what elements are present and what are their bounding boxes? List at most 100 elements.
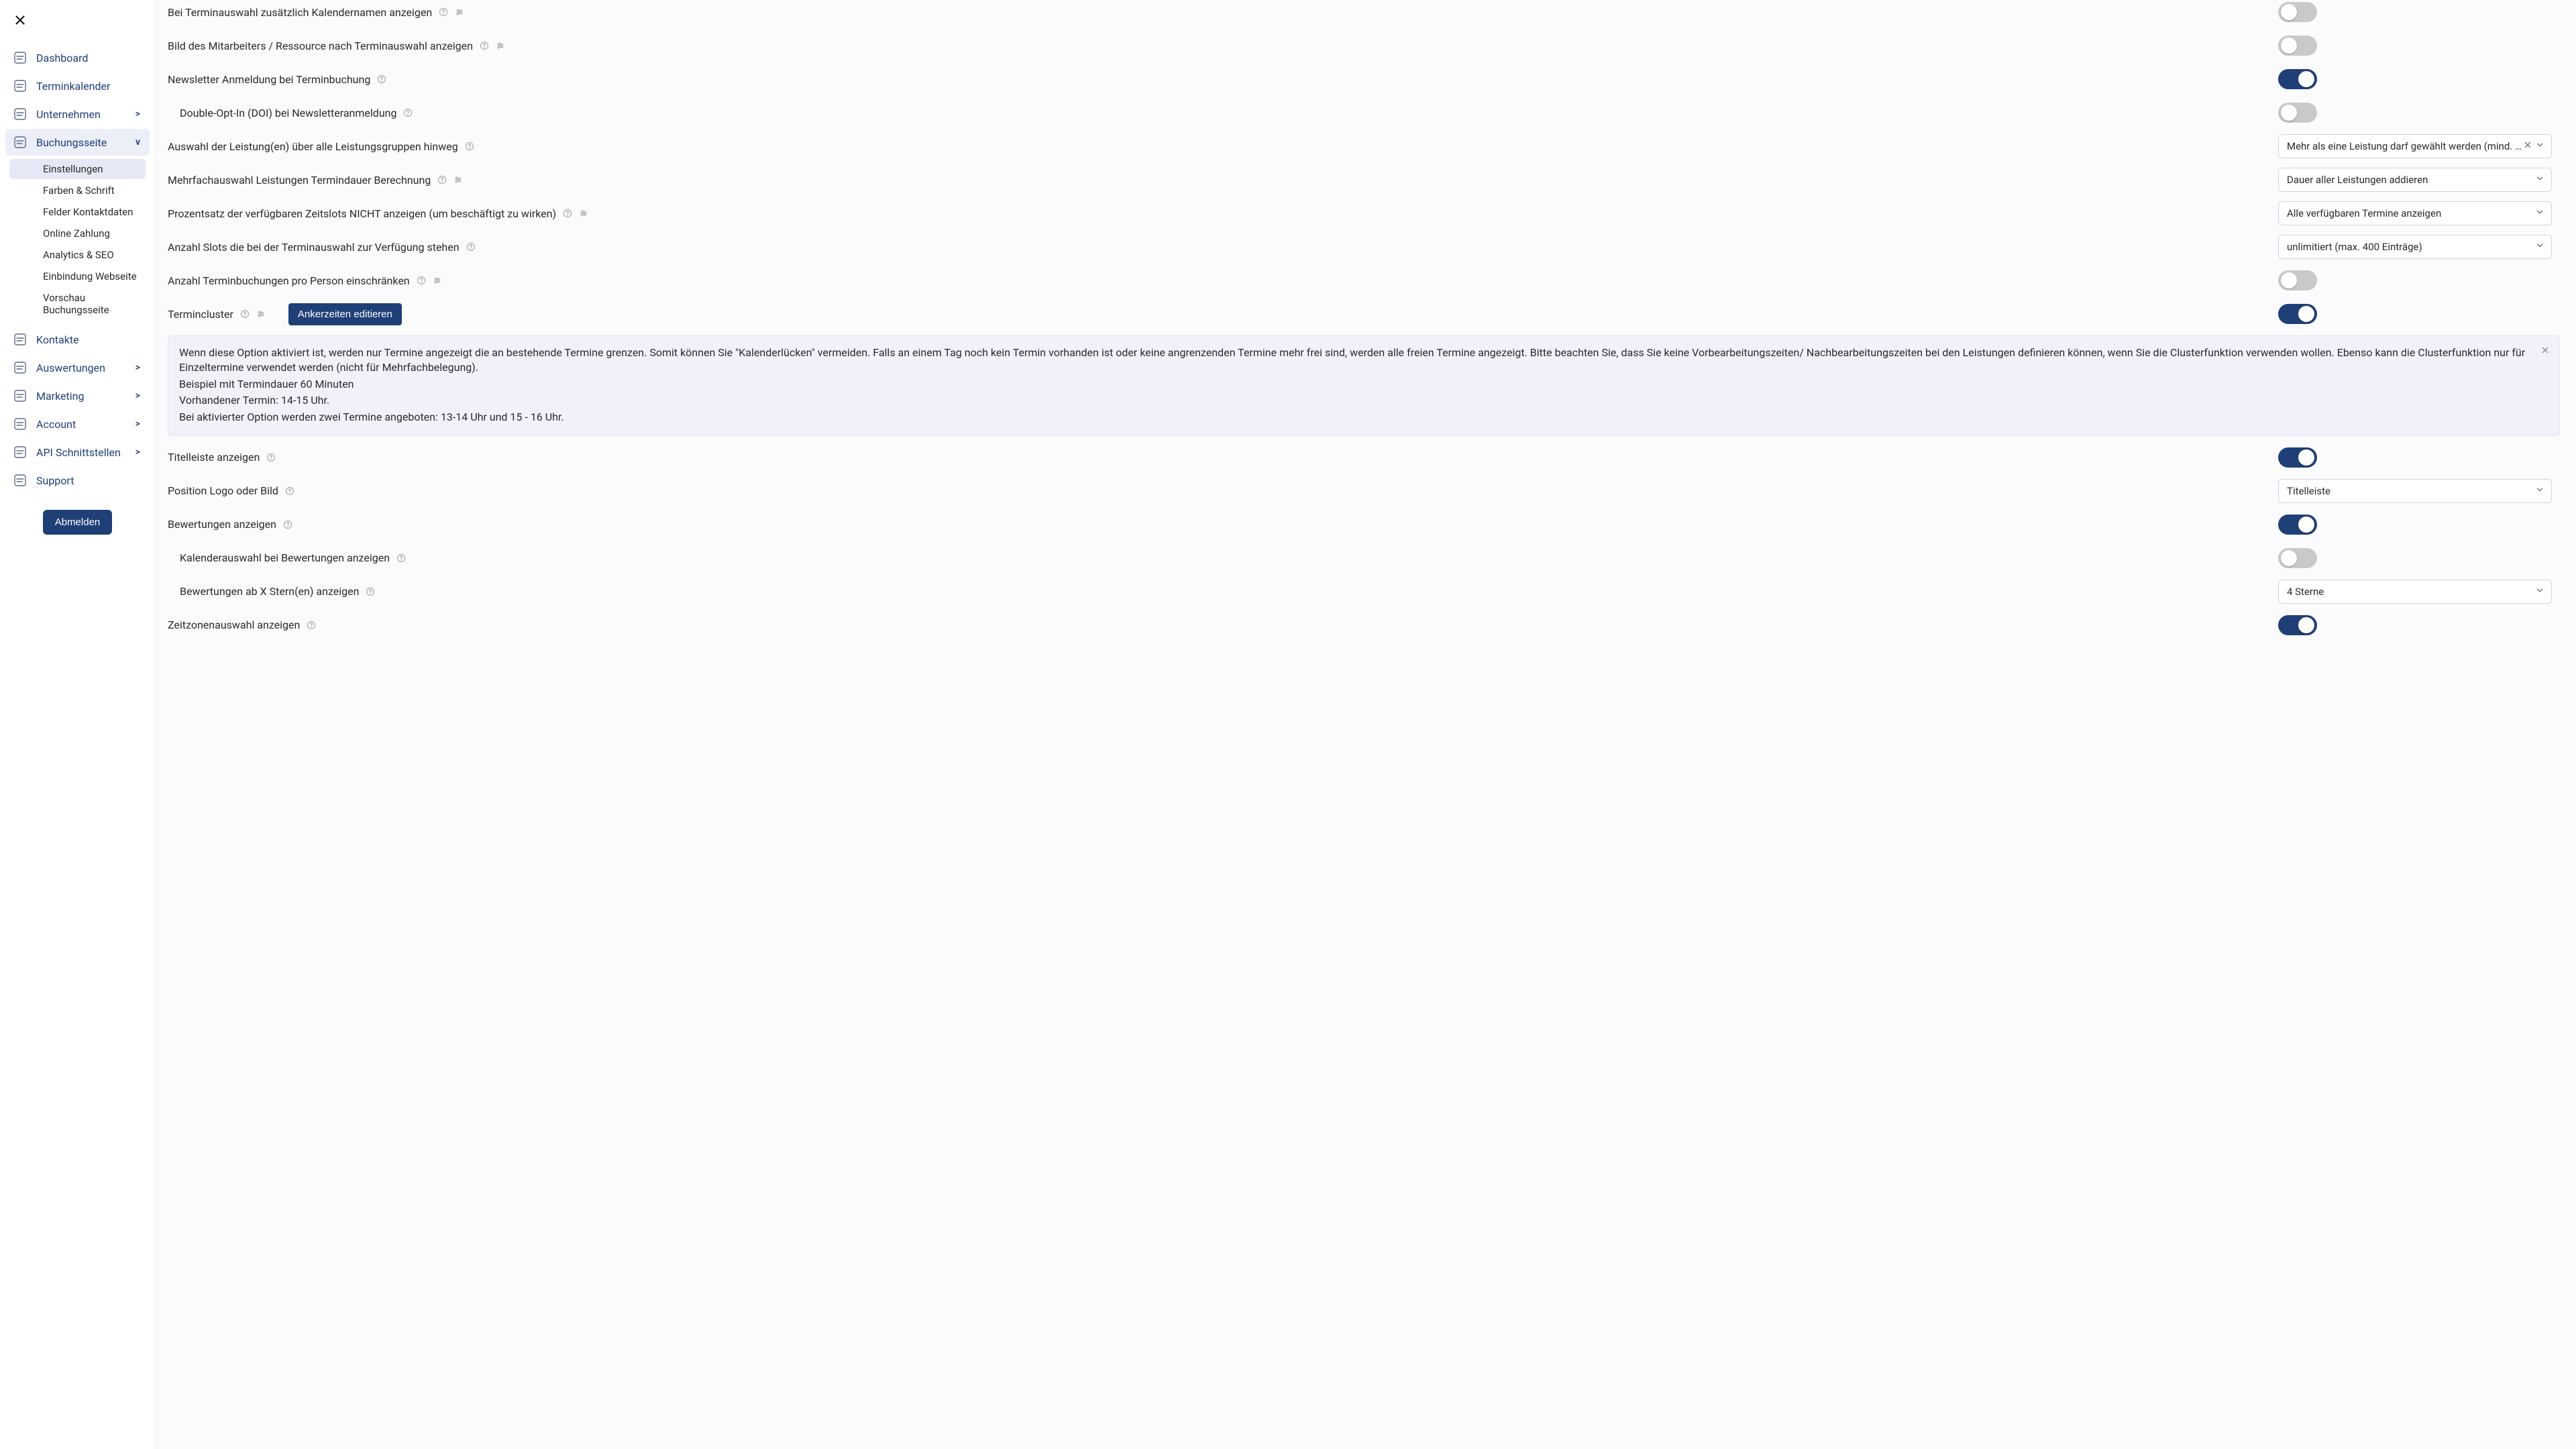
close-callout-button[interactable] (2538, 343, 2553, 358)
help-icon[interactable] (283, 520, 292, 529)
row-reviews: Bewertungen anzeigen (168, 513, 2560, 537)
select-service-across-groups[interactable]: Mehr als eine Leistung darf gewählt werd… (2278, 134, 2552, 158)
setting-label: Zeitzonenauswahl anzeigen (168, 619, 300, 631)
toggle-newsletter[interactable] (2278, 69, 2317, 89)
setting-label: Newsletter Anmeldung bei Terminbuchung (168, 73, 370, 86)
sidebar-item-unternehmen[interactable]: Unternehmen > (5, 101, 150, 127)
row-reviews-min-stars: Bewertungen ab X Stern(en) anzeigen 4 St… (168, 580, 2560, 604)
chevron-down-icon (2535, 241, 2544, 253)
select-value: Dauer aller Leistungen addieren (2287, 174, 2428, 186)
sliders-icon[interactable] (453, 175, 463, 184)
account-icon (12, 416, 28, 432)
edit-anchor-times-button[interactable]: Ankerzeiten editieren (288, 303, 402, 325)
sidebar-item-api-schnittstellen[interactable]: API Schnittstellen > (5, 439, 150, 466)
chevron-down-icon: v (136, 137, 143, 148)
help-icon[interactable] (266, 453, 276, 462)
subnav-item-einbindung-webseite[interactable]: Einbindung Webseite (9, 266, 146, 286)
chevron-down-icon (2535, 174, 2544, 186)
row-multi-duration: Mehrfachauswahl Leistungen Termindauer B… (168, 168, 2560, 192)
help-icon[interactable] (396, 553, 406, 563)
toggle-reviews-cal[interactable] (2278, 548, 2317, 568)
sidebar-item-label: Kontakte (36, 333, 143, 346)
sliders-icon[interactable] (579, 209, 588, 218)
help-icon[interactable] (285, 486, 294, 496)
subnav-item-analytics-seo[interactable]: Analytics & SEO (9, 245, 146, 265)
toggle-termincluster[interactable] (2278, 304, 2317, 324)
main-content: Bei Terminauswahl zusätzlich Kalendernam… (156, 0, 2576, 1449)
help-icon[interactable] (563, 209, 572, 218)
toggle-title-bar[interactable] (2278, 447, 2317, 468)
close-icon (13, 13, 28, 28)
api-icon (12, 444, 28, 460)
help-icon[interactable] (403, 108, 413, 117)
setting-label: Anzahl Terminbuchungen pro Person einsch… (168, 274, 410, 287)
close-menu-button[interactable] (7, 7, 34, 34)
chevron-right-icon: > (136, 362, 143, 373)
subnav-item-vorschau-buchungsseite[interactable]: Vorschau Buchungsseite (9, 288, 146, 320)
select-logo-position[interactable]: Titelleiste (2278, 479, 2552, 503)
subnav-item-farben-schrift[interactable]: Farben & Schrift (9, 180, 146, 201)
help-icon[interactable] (377, 74, 386, 84)
help-icon[interactable] (480, 41, 489, 50)
toggle-doi[interactable] (2278, 103, 2317, 123)
logout-button[interactable]: Abmelden (43, 510, 113, 535)
chevron-down-icon (2535, 485, 2544, 497)
toggle-limit-per-person[interactable] (2278, 270, 2317, 290)
row-termincluster: Termincluster Ankerzeiten editieren (168, 302, 2560, 326)
sliders-icon[interactable] (455, 7, 464, 17)
sidebar-item-label: Support (36, 474, 143, 487)
setting-label: Kalenderauswahl bei Bewertungen anzeigen (180, 551, 390, 564)
subnav-item-einstellungen[interactable]: Einstellungen (9, 159, 146, 179)
reports-icon (12, 360, 28, 376)
sidebar-item-auswertungen[interactable]: Auswertungen > (5, 354, 150, 381)
sidebar-item-dashboard[interactable]: Dashboard (5, 44, 150, 71)
callout-text: Bei aktivierter Option werden zwei Termi… (179, 410, 2532, 425)
marketing-icon (12, 388, 28, 404)
sidebar-item-kontakte[interactable]: Kontakte (5, 326, 150, 353)
sidebar-item-terminkalender[interactable]: Terminkalender (5, 72, 150, 99)
contacts-icon (12, 331, 28, 347)
help-icon[interactable] (240, 309, 250, 319)
sidebar-item-account[interactable]: Account > (5, 411, 150, 437)
row-service-across-groups: Auswahl der Leistung(en) über alle Leist… (168, 134, 2560, 158)
toggle-cal-name-on-select[interactable] (2278, 2, 2317, 22)
sidebar-item-label: API Schnittstellen (36, 446, 127, 459)
help-icon[interactable] (307, 621, 316, 630)
select-multi-duration[interactable]: Dauer aller Leistungen addieren (2278, 168, 2552, 192)
sidebar-item-marketing[interactable]: Marketing > (5, 382, 150, 409)
select-value: unlimitiert (max. 400 Einträge) (2287, 241, 2422, 253)
toggle-employee-image[interactable] (2278, 36, 2317, 56)
row-limit-per-person: Anzahl Terminbuchungen pro Person einsch… (168, 268, 2560, 292)
sliders-icon[interactable] (256, 309, 266, 319)
help-icon[interactable] (465, 142, 474, 151)
subnav-item-online-zahlung[interactable]: Online Zahlung (9, 223, 146, 244)
help-icon[interactable] (439, 7, 448, 17)
sidebar-item-support[interactable]: Support (5, 467, 150, 494)
clear-select-icon[interactable] (2523, 140, 2532, 152)
select-value: Titelleiste (2287, 485, 2330, 497)
close-icon (2540, 345, 2550, 355)
help-icon[interactable] (417, 276, 426, 285)
sidebar-item-buchungsseite[interactable]: Buchungsseite v (5, 129, 150, 156)
select-slot-count[interactable]: unlimitiert (max. 400 Einträge) (2278, 235, 2552, 259)
help-icon[interactable] (466, 242, 476, 252)
setting-label: Anzahl Slots die bei der Terminauswahl z… (168, 241, 460, 254)
termincluster-info-callout: Wenn diese Option aktiviert ist, werden … (168, 335, 2560, 436)
row-slot-count: Anzahl Slots die bei der Terminauswahl z… (168, 235, 2560, 259)
sliders-icon[interactable] (433, 276, 442, 285)
setting-label: Bewertungen ab X Stern(en) anzeigen (180, 585, 359, 598)
select-reviews-min-stars[interactable]: 4 Sterne (2278, 580, 2552, 604)
setting-label: Position Logo oder Bild (168, 484, 278, 497)
booking-page-icon (12, 134, 28, 150)
select-hide-slots-pct[interactable]: Alle verfügbaren Termine anzeigen (2278, 201, 2552, 225)
chevron-right-icon: > (136, 390, 143, 401)
callout-text: Vorhandener Termin: 14-15 Uhr. (179, 393, 2532, 408)
subnav-item-felder-kontaktdaten[interactable]: Felder Kontaktdaten (9, 202, 146, 222)
toggle-timezone[interactable] (2278, 615, 2317, 635)
help-icon[interactable] (366, 587, 375, 596)
setting-label: Bei Terminauswahl zusätzlich Kalendernam… (168, 6, 432, 19)
help-icon[interactable] (437, 175, 447, 184)
chevron-down-icon (2535, 586, 2544, 598)
toggle-reviews[interactable] (2278, 515, 2317, 535)
sliders-icon[interactable] (496, 41, 505, 50)
